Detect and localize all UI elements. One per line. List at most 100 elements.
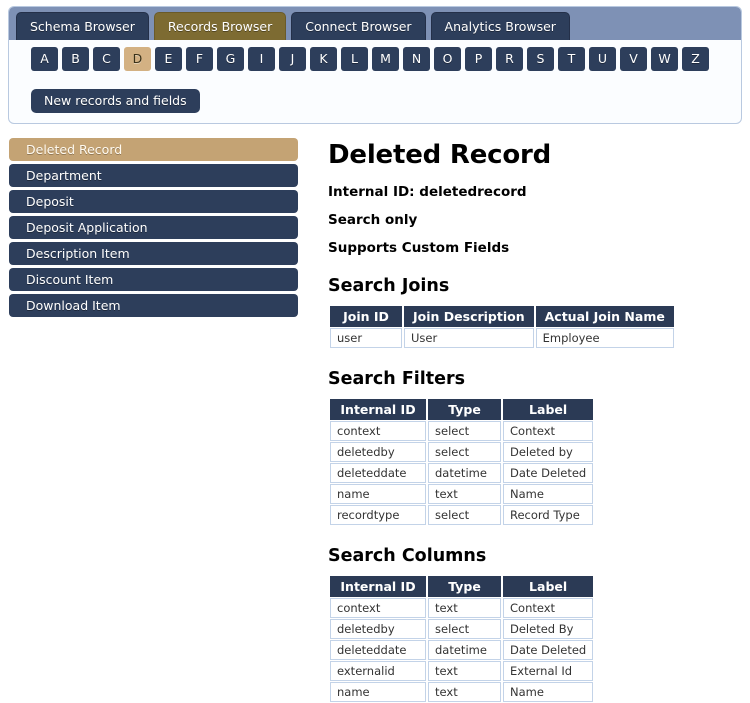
- browser-tab-analytics-browser[interactable]: Analytics Browser: [430, 12, 570, 40]
- table-cell: Deleted by: [503, 442, 594, 462]
- column-header: Internal ID: [330, 576, 426, 597]
- sidebar-item-discount-item[interactable]: Discount Item: [9, 268, 298, 291]
- alphabet-button-e[interactable]: E: [155, 47, 182, 71]
- sidebar-item-download-item[interactable]: Download Item: [9, 294, 298, 317]
- sidebar-item-deposit-application[interactable]: Deposit Application: [9, 216, 298, 239]
- sidebar-item-description-item[interactable]: Description Item: [9, 242, 298, 265]
- supports-custom-fields-line: Supports Custom Fields: [328, 240, 510, 256]
- table-cell: context: [330, 598, 426, 618]
- record-list-sidebar: Deleted Record Department Deposit Deposit A…: [9, 138, 298, 320]
- table-cell: Name: [503, 484, 594, 504]
- search-only-line: Search only: [328, 212, 418, 228]
- table-header-row: Internal ID Type Label: [330, 576, 594, 597]
- table-cell: text: [428, 682, 501, 702]
- sidebar-item-department[interactable]: Department: [9, 164, 298, 187]
- alphabet-button-a[interactable]: A: [31, 47, 58, 71]
- search-filters-heading: Search Filters: [328, 369, 466, 389]
- new-records-and-fields-button[interactable]: New records and fields: [31, 89, 200, 113]
- alphabet-button-n[interactable]: N: [403, 47, 430, 71]
- table-cell: select: [428, 421, 501, 441]
- table-cell: deleteddate: [330, 463, 426, 483]
- table-header-row: Internal ID Type Label: [330, 399, 594, 420]
- main-content: Deleted Record Internal ID: deletedrecor…: [328, 140, 742, 703]
- alphabet-button-w[interactable]: W: [651, 47, 678, 71]
- column-header: Label: [503, 399, 594, 420]
- browser-tab-connect-browser[interactable]: Connect Browser: [291, 12, 426, 40]
- table-cell: Record Type: [503, 505, 594, 525]
- browser-tab-strip: Schema Browser Records Browser Connect Bro…: [9, 7, 741, 40]
- browser-tab-records-browser[interactable]: Records Browser: [153, 12, 287, 40]
- search-joins-heading: Search Joins: [328, 276, 450, 296]
- table-cell: select: [428, 442, 501, 462]
- table-cell: deleteddate: [330, 640, 426, 660]
- table-cell: deletedby: [330, 442, 426, 462]
- table-cell: externalid: [330, 661, 426, 681]
- table-row: context text Context: [330, 598, 594, 618]
- table-cell: Context: [503, 421, 594, 441]
- alphabet-button-u[interactable]: U: [589, 47, 616, 71]
- search-joins-table: Join ID Join Description Actual Join Name u…: [328, 305, 676, 349]
- table-row: deleteddate datetime Date Deleted: [330, 463, 594, 483]
- search-columns-heading: Search Columns: [328, 546, 487, 566]
- table-cell: datetime: [428, 640, 501, 660]
- column-header: Label: [503, 576, 594, 597]
- table-row: context select Context: [330, 421, 594, 441]
- column-header: Actual Join Name: [535, 306, 674, 327]
- table-cell: Name: [503, 682, 594, 702]
- column-header: Join ID: [330, 306, 402, 327]
- table-cell: Date Deleted: [503, 463, 594, 483]
- alphabet-button-c[interactable]: C: [93, 47, 120, 71]
- table-cell: name: [330, 484, 426, 504]
- table-row: deletedby select Deleted By: [330, 619, 594, 639]
- table-row: name text Name: [330, 484, 594, 504]
- table-cell: select: [428, 505, 501, 525]
- alphabet-button-j[interactable]: J: [279, 47, 306, 71]
- alphabet-button-z[interactable]: Z: [682, 47, 709, 71]
- alphabet-button-o[interactable]: O: [434, 47, 461, 71]
- table-header-row: Join ID Join Description Actual Join Name: [330, 306, 674, 327]
- internal-id-line: Internal ID: deletedrecord: [328, 184, 527, 200]
- table-row: externalid text External Id: [330, 661, 594, 681]
- alphabet-button-d[interactable]: D: [124, 47, 151, 71]
- column-header: Internal ID: [330, 399, 426, 420]
- alphabet-button-l[interactable]: L: [341, 47, 368, 71]
- table-cell: text: [428, 598, 501, 618]
- table-cell: recordtype: [330, 505, 426, 525]
- table-cell: Employee: [535, 328, 674, 348]
- alphabet-button-t[interactable]: T: [558, 47, 585, 71]
- table-cell: select: [428, 619, 501, 639]
- table-cell: Deleted By: [503, 619, 594, 639]
- table-row: deleteddate datetime Date Deleted: [330, 640, 594, 660]
- table-row: user User Employee: [330, 328, 674, 348]
- table-row: deletedby select Deleted by: [330, 442, 594, 462]
- table-cell: text: [428, 484, 501, 504]
- browser-panel: Schema Browser Records Browser Connect Bro…: [8, 6, 742, 124]
- sidebar-item-deleted-record[interactable]: Deleted Record: [9, 138, 298, 161]
- alphabet-button-f[interactable]: F: [186, 47, 213, 71]
- table-row: name text Name: [330, 682, 594, 702]
- alphabet-button-p[interactable]: P: [465, 47, 492, 71]
- table-cell: External Id: [503, 661, 594, 681]
- table-cell: name: [330, 682, 426, 702]
- table-cell: Date Deleted: [503, 640, 594, 660]
- column-header: Type: [428, 576, 501, 597]
- alphabet-button-i[interactable]: I: [248, 47, 275, 71]
- alphabet-button-r[interactable]: R: [496, 47, 523, 71]
- table-cell: deletedby: [330, 619, 426, 639]
- table-cell: context: [330, 421, 426, 441]
- alphabet-button-s[interactable]: S: [527, 47, 554, 71]
- alphabet-button-b[interactable]: B: [62, 47, 89, 71]
- alphabet-button-k[interactable]: K: [310, 47, 337, 71]
- search-filters-table: Internal ID Type Label context select Context…: [328, 398, 595, 526]
- search-columns-table: Internal ID Type Label context text Context de…: [328, 575, 595, 703]
- page-title: Deleted Record: [328, 140, 552, 170]
- table-cell: user: [330, 328, 402, 348]
- table-cell: Context: [503, 598, 594, 618]
- table-cell: datetime: [428, 463, 501, 483]
- table-cell: text: [428, 661, 501, 681]
- browser-tab-schema-browser[interactable]: Schema Browser: [16, 12, 149, 40]
- alphabet-button-g[interactable]: G: [217, 47, 244, 71]
- alphabet-button-m[interactable]: M: [372, 47, 399, 71]
- alphabet-button-v[interactable]: V: [620, 47, 647, 71]
- sidebar-item-deposit[interactable]: Deposit: [9, 190, 298, 213]
